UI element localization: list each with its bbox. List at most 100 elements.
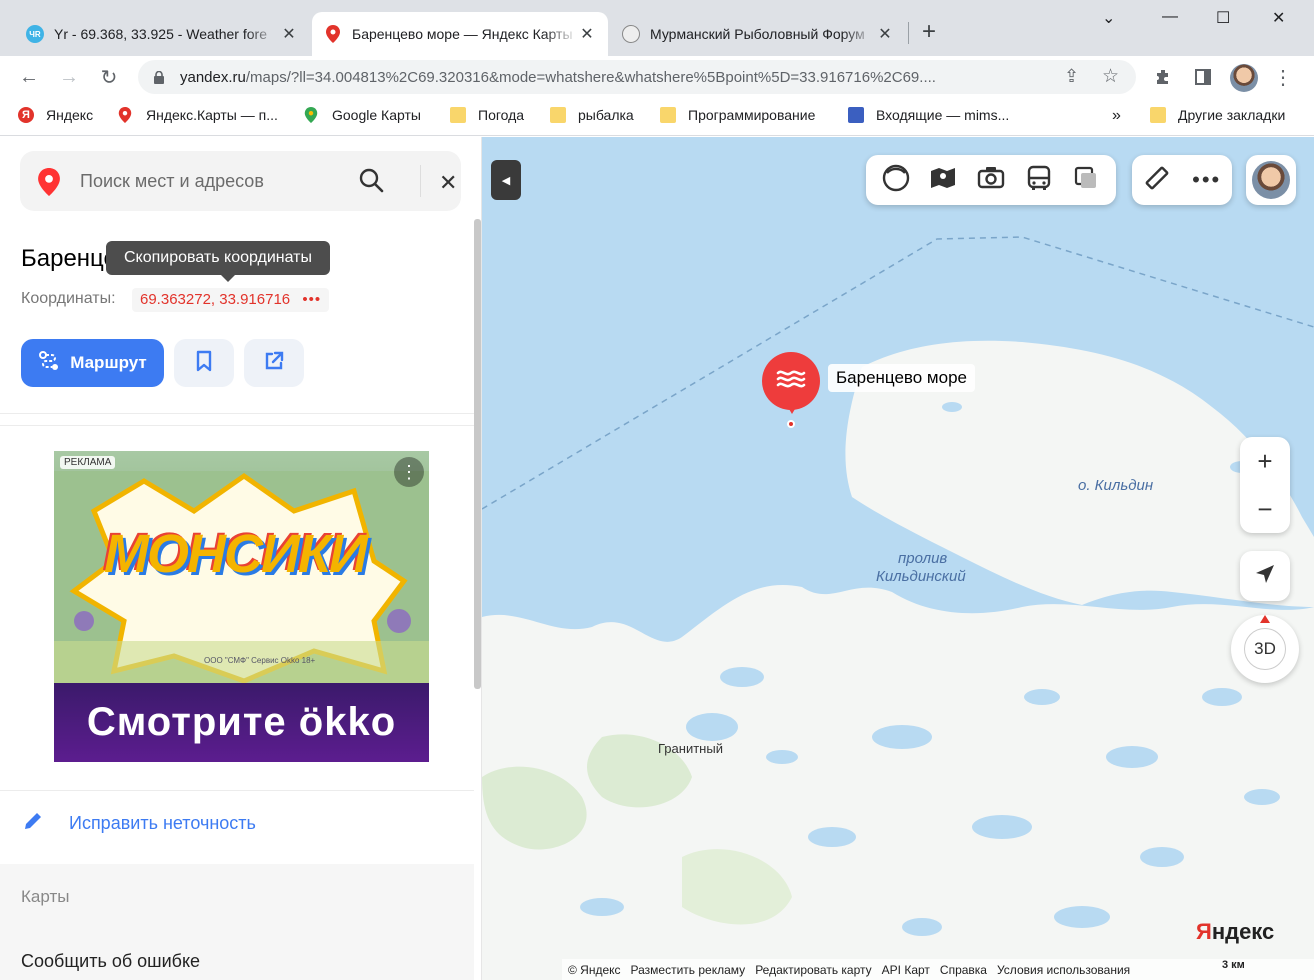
tab-title: Баренцево море — Яндекс Карты: [352, 26, 573, 42]
locate-button[interactable]: [1240, 551, 1290, 601]
scale-label: 3 км: [1222, 959, 1245, 971]
ad-menu-icon[interactable]: ⋮: [394, 457, 424, 487]
reload-icon[interactable]: ↻: [96, 64, 122, 90]
side-panel-icon[interactable]: [1190, 64, 1216, 90]
collapse-sidebar-button[interactable]: ◀: [491, 160, 521, 200]
bookmark-folder-fishing[interactable]: рыбалка: [550, 107, 634, 123]
folder-icon: [1150, 107, 1166, 123]
minimize-icon[interactable]: —: [1162, 8, 1178, 26]
avatar: [1252, 161, 1290, 199]
bookmark-folder-weather[interactable]: Погода: [450, 107, 524, 123]
sidebar-panel: ✕ Баренцево море Скопировать координаты …: [0, 137, 482, 980]
tab-title: Yr - 69.368, 33.925 - Weather fore: [54, 26, 267, 42]
route-label: Маршрут: [70, 353, 147, 372]
fix-inaccuracy-link[interactable]: Исправить неточность: [21, 809, 256, 838]
sidebar-scrollbar[interactable]: [474, 219, 481, 689]
close-window-icon[interactable]: ✕: [1272, 8, 1285, 28]
tab-yandex-maps[interactable]: Баренцево море — Яндекс Карты ✕: [312, 12, 608, 56]
more-icon[interactable]: •••: [1192, 167, 1221, 193]
forum-favicon-icon: [622, 25, 640, 43]
tab-close-icon[interactable]: ✕: [578, 24, 596, 44]
report-error-link[interactable]: Сообщить об ошибке: [21, 951, 200, 972]
back-icon[interactable]: ←: [16, 64, 42, 90]
bookmark-folder-programming[interactable]: Программирование: [660, 107, 815, 123]
compass-control[interactable]: 3D: [1231, 615, 1299, 683]
compass-3d-label[interactable]: 3D: [1244, 628, 1286, 670]
poi-point: [787, 420, 795, 428]
map-footer: © Яндекс Разместить рекламу Редактироват…: [562, 959, 1314, 980]
forward-icon[interactable]: →: [56, 64, 82, 90]
maximize-icon[interactable]: ☐: [1216, 8, 1230, 28]
zoom-out-icon[interactable]: −: [1240, 485, 1290, 533]
map-layers-square-icon[interactable]: [1071, 163, 1101, 198]
share-icon: [263, 350, 285, 377]
share-icon[interactable]: ⇪: [1064, 66, 1079, 87]
zoom-in-icon[interactable]: +: [1240, 437, 1290, 485]
panorama-icon[interactable]: [928, 163, 958, 198]
map-pin-icon: [118, 107, 134, 123]
ad-brand: МОНСИКИ: [104, 524, 368, 584]
new-tab-icon[interactable]: +: [922, 20, 936, 44]
bookmark-button[interactable]: [174, 339, 234, 387]
google-maps-icon: [304, 107, 320, 123]
menu-kebab-icon[interactable]: ⋮: [1270, 64, 1296, 90]
bookmark-google-maps[interactable]: Google Карты: [304, 107, 421, 123]
more-bookmarks-chevron-icon[interactable]: »: [1112, 107, 1121, 125]
footer-link[interactable]: Условия использования: [997, 963, 1130, 977]
tab-strip: ЧR Yr - 69.368, 33.925 - Weather fore ✕ …: [0, 0, 1314, 56]
route-button[interactable]: Маршрут: [21, 339, 164, 387]
tab-close-icon[interactable]: ✕: [876, 24, 894, 44]
search-icon[interactable]: [358, 167, 386, 200]
tab-weather[interactable]: ЧR Yr - 69.368, 33.925 - Weather fore ✕: [14, 12, 310, 56]
fix-label: Исправить неточность: [69, 813, 256, 833]
footer-link[interactable]: Справка: [940, 963, 987, 977]
footer-link[interactable]: Редактировать карту: [755, 963, 871, 977]
waves-icon: [776, 367, 806, 396]
bookmark-star-icon[interactable]: ☆: [1102, 65, 1119, 88]
folder-icon: [660, 107, 676, 123]
search-input[interactable]: [80, 151, 350, 211]
coords-chip[interactable]: 69.363272, 33.916716 •••: [132, 288, 330, 312]
layers-icon[interactable]: [881, 163, 911, 198]
ruler-icon[interactable]: [1143, 164, 1171, 197]
north-indicator-icon: [1260, 615, 1270, 623]
coords-label: Координаты:: [21, 290, 116, 307]
maps-label: Карты: [21, 887, 70, 906]
bookmark-other-folder[interactable]: Другие закладки: [1150, 107, 1285, 123]
poi-label[interactable]: Баренцево море: [828, 364, 975, 392]
bookmark-inbox[interactable]: Входящие — mims...: [848, 107, 1009, 123]
yandex-logo-icon: Я: [18, 107, 34, 123]
map-profile-button[interactable]: [1246, 155, 1296, 205]
ad-fine-print: ООО "СМФ" Сервис Okko 18+: [204, 656, 316, 665]
yr-favicon-icon: ЧR: [26, 25, 44, 43]
yandex-maps-favicon-icon: [324, 25, 342, 43]
extensions-icon[interactable]: [1150, 64, 1176, 90]
yandex-maps-pin-icon: [38, 168, 60, 201]
bookmark-yandex[interactable]: Я Яндекс: [18, 107, 93, 123]
ad-label: РЕКЛАМА: [60, 456, 116, 469]
footer-link[interactable]: API Карт: [882, 963, 930, 977]
close-icon[interactable]: ✕: [439, 170, 457, 196]
tab-title: Мурманский Рыболовный Форум: [650, 26, 865, 42]
footer-link[interactable]: Разместить рекламу: [631, 963, 746, 977]
tab-forum[interactable]: Мурманский Рыболовный Форум ✕: [610, 12, 906, 56]
bookmark-icon: [195, 350, 213, 377]
poi-marker[interactable]: [762, 352, 820, 414]
address-bar[interactable]: yandex.ru/maps/?ll=34.004813%2C69.320316…: [138, 60, 1136, 94]
tab-search-icon[interactable]: ⌄: [1102, 8, 1115, 28]
share-button[interactable]: [244, 339, 304, 387]
coords-more-icon[interactable]: •••: [302, 291, 321, 308]
folder-icon: [450, 107, 466, 123]
town-label: Гранитный: [658, 741, 723, 756]
navigation-arrow-icon: [1253, 562, 1277, 591]
profile-avatar[interactable]: [1230, 64, 1258, 92]
footer-link[interactable]: © Яндекс: [568, 963, 621, 977]
ad-banner[interactable]: МОНСИКИ ООО "СМФ" Сервис Okko 18+ РЕКЛАМ…: [54, 451, 429, 762]
map-canvas[interactable]: ◀ ••• + − 3D Баренцево море о. Кильдин п…: [482, 137, 1314, 980]
transit-icon[interactable]: [1024, 163, 1054, 198]
bookmark-yandex-maps[interactable]: Яндекс.Карты — п...: [118, 107, 278, 123]
tab-close-icon[interactable]: ✕: [280, 24, 298, 44]
yandex-logo: Яндекс: [1196, 919, 1275, 944]
mail-icon: [848, 107, 864, 123]
camera-icon[interactable]: [976, 163, 1006, 198]
